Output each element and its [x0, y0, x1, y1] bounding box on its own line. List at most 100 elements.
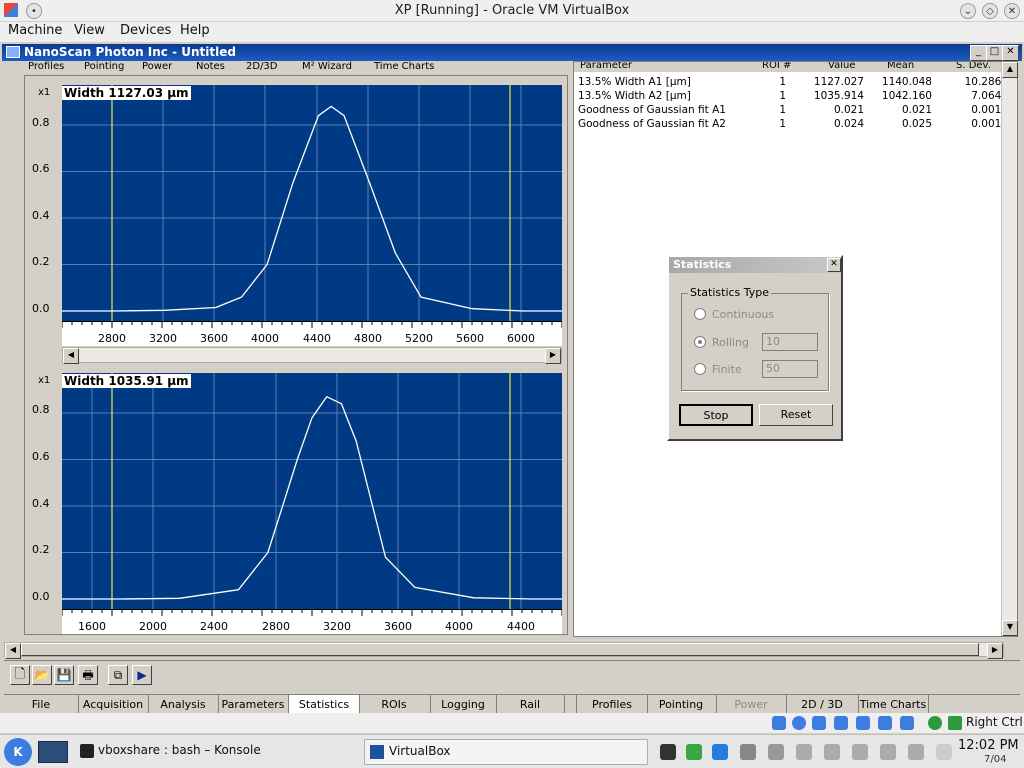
tab-acquisition[interactable]: Acquisition [78, 695, 149, 715]
header-sdev[interactable]: S. Dev. [956, 62, 991, 71]
dialog-close-button[interactable]: ✕ [827, 258, 841, 272]
tab-time-charts-bottom[interactable]: Time Charts [858, 695, 929, 715]
app-maximize-button[interactable]: □ [986, 45, 1003, 61]
table-cell: 1035.914 [813, 90, 864, 102]
statistics-dialog: Statistics ✕ Statistics Type Continuous … [667, 255, 843, 441]
radio-finite[interactable] [694, 363, 706, 375]
minimize-button[interactable]: ⌄ [960, 3, 976, 19]
open-folder-icon[interactable]: 📂 [32, 665, 52, 685]
tray-expand-icon[interactable] [936, 744, 952, 760]
tab-profiles[interactable]: Profiles [28, 61, 64, 72]
kde-start-icon[interactable]: K [4, 738, 32, 766]
header-parameter[interactable]: Parameter [580, 62, 632, 71]
table-cell: Goodness of Gaussian fit A1 [578, 104, 726, 116]
tab-time-charts[interactable]: Time Charts [374, 61, 434, 72]
app-close-button[interactable]: ✕ [1002, 45, 1019, 61]
tab-2d3d[interactable]: 2D/3D [246, 61, 278, 72]
plot1-svg [62, 85, 562, 321]
printer-icon[interactable] [740, 744, 756, 760]
scroll-right-button[interactable]: ▶ [545, 348, 561, 364]
main-hscrollbar[interactable]: ◀ ▶ [4, 642, 1004, 659]
table-cell: 1042.160 [881, 90, 932, 102]
new-file-icon[interactable]: 🗋 [10, 665, 30, 685]
scroll-up-button[interactable]: ▲ [1002, 62, 1018, 78]
radio-continuous[interactable] [694, 308, 706, 320]
tab-file[interactable]: File [4, 695, 79, 715]
continuous-label: Continuous [712, 308, 775, 321]
header-value[interactable]: Value [828, 62, 855, 71]
hscroll-left-button[interactable]: ◀ [5, 643, 21, 659]
header-roi[interactable]: ROI # [762, 62, 791, 71]
windows-icon[interactable]: ⧉ [108, 665, 128, 685]
scroll-down-button[interactable]: ▼ [1002, 620, 1018, 636]
tab-profiles-bottom[interactable]: Profiles [576, 695, 648, 715]
table-row[interactable]: Goodness of Gaussian fit A1 1 0.021 0.021 0.… [574, 103, 1012, 117]
plot1-area[interactable]: Width 1127.03 µm [62, 85, 562, 321]
plot1-ytick: 0.8 [32, 116, 50, 129]
tab-parameters[interactable]: Parameters [218, 695, 289, 715]
stats-vscrollbar[interactable]: ▲ ▼ [1001, 62, 1018, 636]
tab-logging[interactable]: Logging [430, 695, 497, 715]
tab-m2-wizard[interactable]: M² Wizard [302, 61, 352, 72]
table-row[interactable]: Goodness of Gaussian fit A2 1 0.024 0.025 0.… [574, 117, 1012, 131]
run-icon[interactable]: ▶ [132, 665, 152, 685]
table-row[interactable]: 13.5% Width A2 [µm] 1 1035.914 1042.160 7.06… [574, 89, 1012, 103]
header-mean[interactable]: Mean [887, 62, 914, 71]
app-minimize-button[interactable]: _ [970, 45, 987, 61]
display-settings-icon[interactable] [880, 744, 896, 760]
volume-icon[interactable] [852, 744, 868, 760]
menu-help[interactable]: Help [180, 23, 210, 38]
tab-power[interactable]: Power [142, 61, 172, 72]
reset-button[interactable]: Reset [759, 404, 833, 426]
plot2-area[interactable]: Width 1035.91 µm [62, 373, 562, 609]
save-icon[interactable]: 💾 [54, 665, 74, 685]
table-cell: 1140.048 [881, 76, 932, 88]
finite-input[interactable]: 50 [762, 360, 818, 378]
plot2-ytick: 0.4 [32, 497, 50, 510]
print-icon[interactable]: 🖶 [78, 665, 98, 685]
table-cell: 0.025 [901, 118, 932, 130]
clipboard-icon[interactable] [768, 744, 784, 760]
wifi-icon[interactable] [908, 744, 924, 760]
top-tab-strip: Profiles Pointing Power Notes 2D/3D M² W… [24, 61, 444, 73]
plot1-x-axis: 2800 3200 3600 4000 4400 4800 5200 5600 6000 [62, 321, 562, 346]
host-window-title: XP [Running] - Oracle VM VirtualBox [394, 3, 630, 18]
task-konsole[interactable]: vboxshare : bash – Konsole [76, 739, 356, 765]
dropbox-icon[interactable] [712, 744, 728, 760]
shared-folders-icon [878, 716, 892, 730]
menu-devices[interactable]: Devices [120, 23, 171, 38]
scroll-left-button[interactable]: ◀ [63, 348, 79, 364]
hscroll-right-button[interactable]: ▶ [987, 643, 1003, 659]
bluetooth-icon[interactable] [796, 744, 812, 760]
tab-rail[interactable]: Rail [496, 695, 565, 715]
tab-pointing[interactable]: Pointing [84, 61, 124, 72]
menu-machine[interactable]: Machine [8, 23, 62, 38]
clock-date[interactable]: 7/04 [984, 754, 1006, 765]
rolling-input[interactable]: 10 [762, 333, 818, 351]
task-virtualbox[interactable]: VirtualBox [364, 739, 648, 765]
tab-rois[interactable]: ROIs [358, 695, 431, 715]
hscroll-thumb[interactable] [21, 643, 979, 656]
table-row[interactable]: 13.5% Width A1 [µm] 1 1127.027 1140.048 10.2… [574, 75, 1012, 89]
desktop-pager-icon[interactable] [38, 741, 68, 763]
x-tick-label: 4400 [507, 620, 535, 633]
updates-icon[interactable] [686, 744, 702, 760]
terminal-icon [80, 744, 94, 758]
battery-icon[interactable] [660, 744, 676, 760]
clock-time[interactable]: 12:02 PM [958, 738, 1019, 753]
tab-power-bottom[interactable]: Power [716, 695, 787, 715]
stats-table-header: Parameter ROI # Value Mean S. Dev. [574, 62, 1004, 72]
tab-notes[interactable]: Notes [196, 61, 225, 72]
tab-2d3d-bottom[interactable]: 2D / 3D [786, 695, 859, 715]
stop-button[interactable]: Stop [679, 404, 753, 426]
table-cell: 1 [779, 76, 786, 88]
tab-analysis[interactable]: Analysis [148, 695, 219, 715]
kde-connect-icon[interactable] [824, 744, 840, 760]
maximize-button[interactable]: ◇ [982, 3, 998, 19]
radio-rolling[interactable] [694, 336, 706, 348]
close-button[interactable]: ✕ [1004, 3, 1020, 19]
menu-view[interactable]: View [74, 23, 105, 38]
plot1-scrollbar[interactable]: ◀ ▶ [62, 347, 562, 364]
x-tick-label: 3600 [200, 332, 228, 345]
tab-pointing-bottom[interactable]: Pointing [646, 695, 717, 715]
